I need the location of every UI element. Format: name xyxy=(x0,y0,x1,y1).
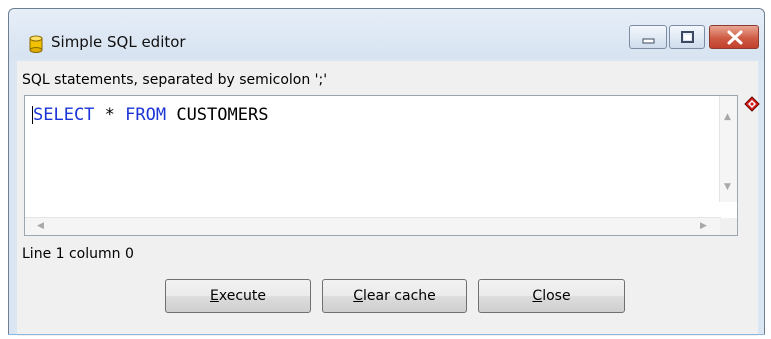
clear-cache-mnemonic: C xyxy=(353,288,364,304)
scroll-down-arrow-icon[interactable]: ▼ xyxy=(724,182,731,192)
sql-keyword: SELECT xyxy=(33,105,95,125)
close-window-button[interactable] xyxy=(709,25,759,49)
minimize-icon xyxy=(642,38,655,44)
window-bottom-border xyxy=(8,334,765,335)
database-icon xyxy=(29,35,43,53)
cursor-position-status: Line 1 column 0 xyxy=(22,246,134,262)
close-icon xyxy=(727,30,743,45)
close-button[interactable]: Close xyxy=(478,279,625,313)
vertical-scrollbar[interactable]: ▲ ▼ xyxy=(719,96,737,202)
scroll-left-arrow-icon[interactable]: ◀ xyxy=(37,221,44,231)
sql-token: CUSTOMERS xyxy=(166,105,269,125)
execute-mnemonic: E xyxy=(210,288,219,304)
scrollbar-corner xyxy=(720,218,737,235)
sql-text-area[interactable]: SELECT * FROM CUSTOMERS ▲ ▼ ◀ ▶ xyxy=(24,95,738,236)
scroll-right-arrow-icon[interactable]: ▶ xyxy=(700,221,707,231)
text-caret xyxy=(32,106,33,124)
scroll-up-arrow-icon[interactable]: ▲ xyxy=(724,112,731,122)
horizontal-scrollbar[interactable]: ◀ ▶ xyxy=(25,217,721,235)
clear-cache-label: lear cache xyxy=(363,288,436,304)
sql-keyword: FROM xyxy=(125,105,167,125)
sql-code: SELECT * FROM CUSTOMERS xyxy=(33,105,268,125)
sql-statements-label: SQL statements, separated by semicolon '… xyxy=(22,72,328,88)
execute-label: xecute xyxy=(218,288,266,304)
title-bar[interactable]: Simple SQL editor xyxy=(9,9,764,59)
window-title: Simple SQL editor xyxy=(51,33,186,51)
maximize-icon xyxy=(681,31,694,43)
clear-cache-button[interactable]: Clear cache xyxy=(322,279,467,313)
close-mnemonic: C xyxy=(532,288,543,304)
sql-token: * xyxy=(94,105,126,125)
execute-button[interactable]: Execute xyxy=(165,279,311,313)
red-diamond-marker-icon xyxy=(744,96,760,112)
close-label: lose xyxy=(542,288,571,304)
maximize-button[interactable] xyxy=(669,25,705,49)
minimize-button[interactable] xyxy=(629,25,667,49)
